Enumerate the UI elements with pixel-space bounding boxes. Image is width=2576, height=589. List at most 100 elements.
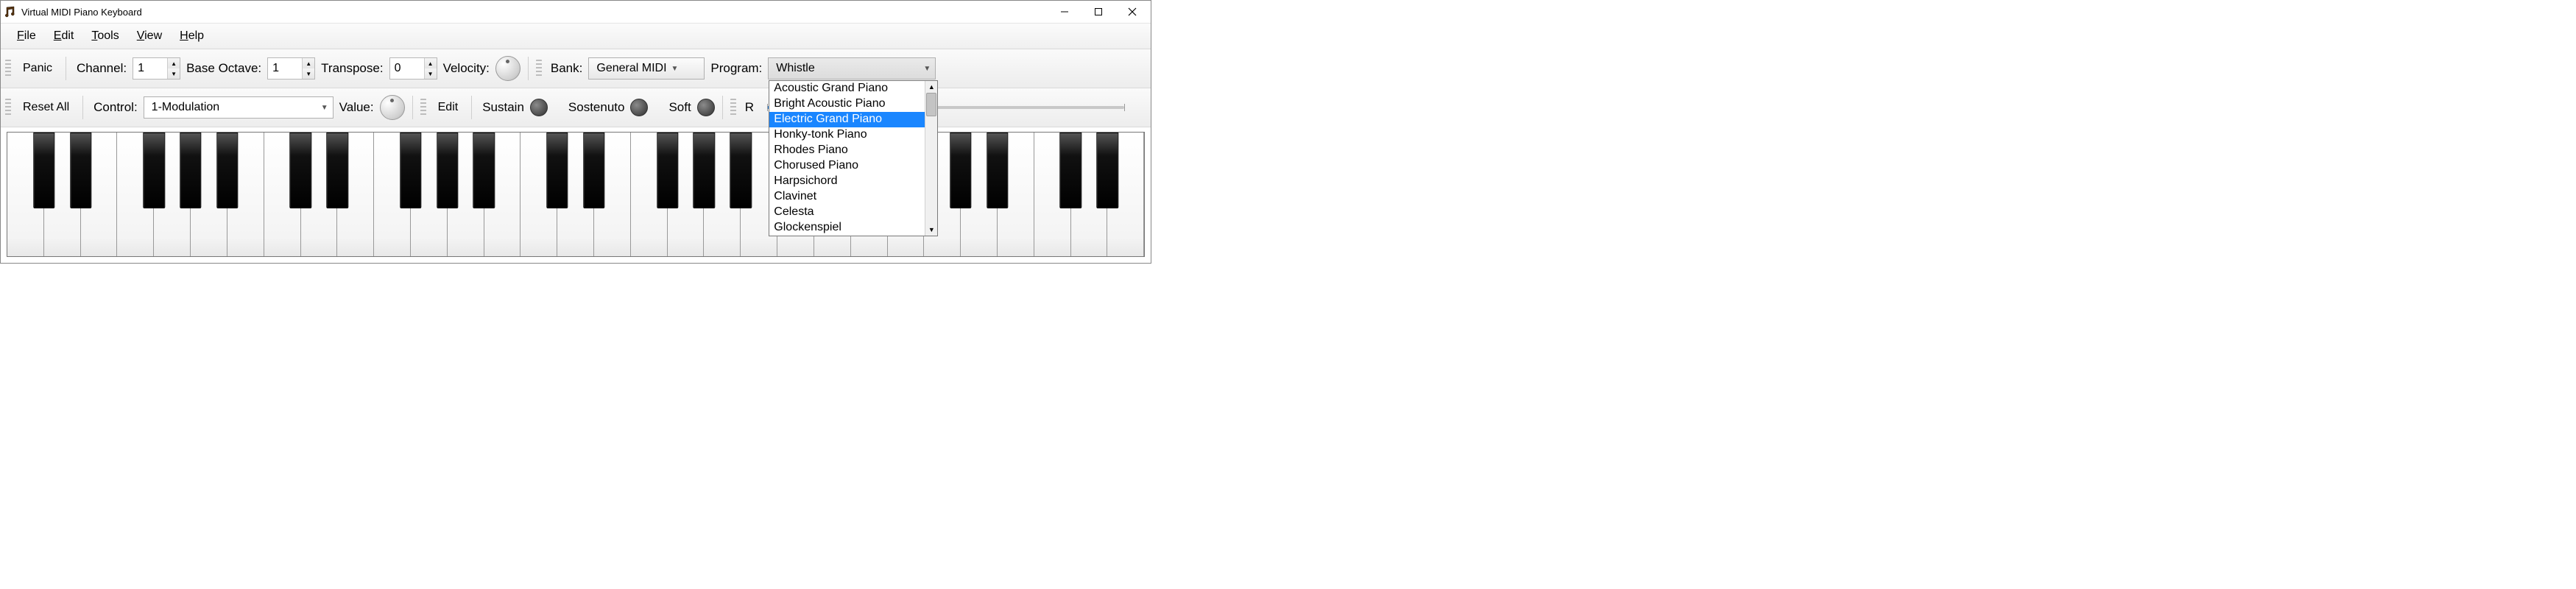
separator [528,57,529,80]
reset-all-button[interactable]: Reset All [17,98,75,117]
separator [471,96,472,119]
spin-up-icon[interactable]: ▲ [168,58,180,68]
velocity-label: Velocity: [440,61,493,76]
black-key[interactable] [216,133,238,208]
program-option[interactable]: Chorused Piano [769,158,925,174]
sostenuto-toggle[interactable] [630,99,648,116]
program-dropdown[interactable]: Acoustic Grand PianoBright Acoustic Pian… [769,80,938,236]
scroll-down-icon[interactable]: ▼ [925,224,937,236]
program-option[interactable]: Clavinet [769,189,925,205]
sustain-label: Sustain [479,100,527,115]
program-option[interactable]: Glockenspiel [769,220,925,236]
control-combobox[interactable]: 1-Modulation ▼ [144,96,334,119]
transpose-spinbox[interactable]: ▲ ▼ [389,57,437,80]
sostenuto-label: Sostenuto [565,100,628,115]
separator [412,96,413,119]
program-combobox[interactable]: Whistle ▼ [768,57,936,80]
control-value: 1-Modulation [152,101,220,114]
black-key[interactable] [694,133,715,208]
black-key[interactable] [1060,133,1081,208]
black-key[interactable] [144,133,165,208]
separator [722,96,723,119]
toolbar-controls: Reset All Control: 1-Modulation ▼ Value:… [1,88,1151,127]
bank-combobox[interactable]: General MIDI ▼ [588,57,705,80]
scrollbar[interactable]: ▲ ▼ [925,81,937,236]
toolbar-handle[interactable] [5,60,11,77]
black-key[interactable] [180,133,201,208]
transpose-input[interactable] [390,58,424,79]
bank-value: General MIDI [596,62,666,75]
maximize-button[interactable] [1081,1,1115,23]
black-key[interactable] [290,133,311,208]
channel-label: Channel: [74,61,130,76]
value-label: Value: [336,100,377,115]
channel-spinbox[interactable]: ▲ ▼ [133,57,180,80]
program-label: Program: [707,61,765,76]
program-option[interactable]: Bright Acoustic Piano [769,96,925,112]
menu-file[interactable]: File [8,27,45,46]
app-window: Virtual MIDI Piano Keyboard File Edit To… [0,0,1151,264]
program-option[interactable]: Harpsichord [769,174,925,189]
black-key[interactable] [327,133,348,208]
black-key[interactable] [950,133,971,208]
soft-label: Soft [666,100,694,115]
program-option[interactable]: Electric Grand Piano [769,112,925,127]
black-key[interactable] [657,133,678,208]
black-key[interactable] [987,133,1008,208]
chevron-down-icon: ▼ [671,65,679,73]
black-key[interactable] [400,133,421,208]
bank-label: Bank: [548,61,585,76]
transpose-label: Transpose: [318,61,386,76]
value-knob[interactable] [380,95,405,120]
black-key[interactable] [583,133,604,208]
toolbar-handle[interactable] [420,99,426,116]
black-key[interactable] [1096,133,1118,208]
black-key[interactable] [437,133,458,208]
title-bar: Virtual MIDI Piano Keyboard [1,1,1151,24]
menu-bar: File Edit Tools View Help [1,24,1151,49]
spin-down-icon[interactable]: ▼ [425,68,437,79]
sustain-toggle[interactable] [530,99,548,116]
panic-button[interactable]: Panic [17,59,58,78]
chevron-down-icon: ▼ [321,104,328,112]
black-key[interactable] [33,133,54,208]
spin-up-icon[interactable]: ▲ [425,58,437,68]
piano-keyboard[interactable] [7,132,1145,257]
velocity-knob[interactable] [495,56,521,81]
program-option[interactable]: Honky-tonk Piano [769,127,925,143]
channel-input[interactable] [133,58,167,79]
chevron-down-icon: ▼ [923,65,931,73]
menu-edit[interactable]: Edit [45,27,83,46]
black-key[interactable] [730,133,751,208]
black-key[interactable] [70,133,91,208]
separator [82,96,83,119]
scroll-up-icon[interactable]: ▲ [925,81,937,93]
program-option[interactable]: Rhodes Piano [769,143,925,158]
base-octave-input[interactable] [268,58,302,79]
spin-down-icon[interactable]: ▼ [168,68,180,79]
menu-tools[interactable]: Tools [82,27,127,46]
black-key[interactable] [546,133,568,208]
app-icon [5,6,17,18]
window-title: Virtual MIDI Piano Keyboard [21,7,142,18]
edit-button[interactable]: Edit [432,98,465,117]
toolbar-handle[interactable] [536,60,542,77]
menu-help[interactable]: Help [171,27,213,46]
piano-area [1,127,1151,263]
toolbar-handle[interactable] [730,99,736,116]
menu-view[interactable]: View [128,27,171,46]
toolbar-handle[interactable] [5,99,11,116]
close-button[interactable] [1115,1,1149,23]
pitch-label-partial: R [742,100,757,115]
program-option[interactable]: Celesta [769,205,925,220]
base-octave-spinbox[interactable]: ▲ ▼ [267,57,315,80]
soft-toggle[interactable] [697,99,715,116]
scroll-thumb[interactable] [926,93,936,116]
minimize-button[interactable] [1048,1,1081,23]
spin-down-icon[interactable]: ▼ [303,68,314,79]
black-key[interactable] [473,133,495,208]
program-value: Whistle [776,62,814,75]
spin-up-icon[interactable]: ▲ [303,58,314,68]
program-option[interactable]: Acoustic Grand Piano [769,81,925,96]
toolbar-main: Panic Channel: ▲ ▼ Base Octave: ▲ ▼ Tran… [1,49,1151,88]
